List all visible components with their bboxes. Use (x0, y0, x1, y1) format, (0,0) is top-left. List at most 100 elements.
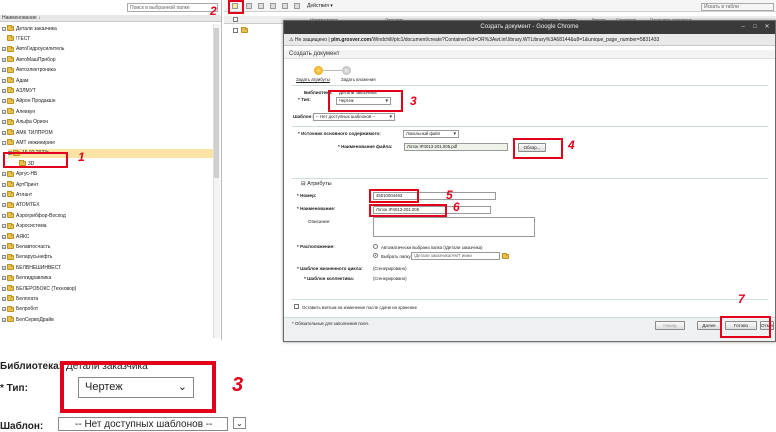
tree-item[interactable]: + Белгидравлика (2, 274, 51, 283)
tree-item[interactable]: + АЯКС (2, 232, 29, 241)
tree-item[interactable]: + Алевкун (2, 107, 35, 116)
expand-toggle-icon[interactable]: + (2, 307, 6, 312)
back-button[interactable]: Назад (655, 321, 685, 330)
tree-item[interactable]: + Айрон Продакшн (2, 97, 56, 106)
actions-menu[interactable]: Действия ▾ (307, 2, 333, 10)
expand-toggle-icon[interactable]: + (2, 224, 6, 229)
expand-toggle-icon[interactable]: + (2, 182, 6, 187)
expand-toggle-icon[interactable]: + (2, 317, 6, 322)
tree-item[interactable]: + Атлант (2, 190, 32, 199)
browse-folder-icon[interactable] (502, 253, 509, 259)
tree-item[interactable]: + Аргус-НБ (2, 170, 37, 179)
attributes-header[interactable]: ⊟ Атрибуты (301, 181, 332, 187)
expand-toggle-icon[interactable]: + (2, 296, 6, 301)
expand-toggle-icon[interactable]: + (2, 213, 6, 218)
tree-item[interactable]: !ТЕСТ (2, 34, 30, 43)
tree-item[interactable]: + АвтоГидроусилитель (2, 45, 64, 54)
tree-item[interactable]: + Альфа Орион (2, 118, 48, 127)
location-auto-label: Автоматически выбрана папка (/Детали зак… (381, 245, 483, 250)
description-textarea[interactable] (373, 217, 535, 237)
tree-item[interactable]: + Адам (2, 76, 28, 85)
expand-toggle-icon[interactable]: + (2, 172, 6, 177)
tree-item[interactable]: + АЗЛМУТ (2, 86, 36, 95)
row-checkbox[interactable] (233, 28, 238, 33)
table-search-input[interactable]: Искать в табли (701, 3, 774, 11)
tree-item-label: Айрон Продакшн (16, 98, 56, 105)
expand-toggle-icon[interactable]: + (2, 47, 6, 52)
expand-toggle-icon[interactable]: + (2, 203, 6, 208)
folder-icon (7, 118, 14, 125)
step-set-attributes[interactable]: Задать атрибуты (296, 77, 330, 82)
tree-item[interactable]: + БЕЛЕРОБОКС (Техновор) (2, 284, 76, 293)
tree-item[interactable]: + БелСервоДрайв (2, 315, 54, 324)
step-set-attachments[interactable]: Задать вложения (341, 77, 376, 82)
folder-icon (7, 305, 14, 312)
tree-item-label: АТОМТЕХ (16, 202, 40, 209)
annotation-3-zoom: 3 (232, 374, 244, 396)
folder-icon (7, 243, 14, 250)
tree-item[interactable]: + Белплата (2, 294, 38, 303)
keep-checked-out-label: Оставить взятым на изменение после сдачи… (302, 305, 417, 310)
tree-item[interactable]: − АМТ инжиниринг (2, 138, 55, 147)
highlight-folder (3, 152, 68, 168)
paste-icon[interactable] (282, 3, 288, 9)
next-button[interactable]: Далее (697, 321, 721, 330)
address-bar[interactable]: ⚠ Не защищено | plm.grosver.com/Windchil… (284, 34, 775, 46)
lifecycle-label: * Шаблон жизненного цикла: (297, 266, 363, 271)
expand-toggle-icon[interactable]: + (2, 234, 6, 239)
tree-item[interactable]: + АМК ТИЛПРОМ (2, 128, 53, 137)
expand-toggle-icon[interactable]: + (2, 78, 6, 83)
expand-toggle-icon[interactable]: + (2, 99, 6, 104)
expand-toggle-icon[interactable]: + (2, 109, 6, 114)
tree-item-label: Беларусьнефть (16, 254, 53, 261)
tree-item[interactable]: + АТОМТЕХ (2, 201, 40, 210)
filename-input[interactable]: Лоток IP4013-201.005.pdf (404, 143, 508, 151)
tree-item[interactable]: + Белробот (2, 305, 38, 314)
expand-toggle-icon[interactable]: − (2, 140, 6, 145)
location-choose-radio[interactable] (373, 253, 378, 258)
expand-toggle-icon[interactable]: + (2, 88, 6, 93)
new-folder-icon[interactable] (246, 3, 252, 9)
expand-toggle-icon[interactable]: − (2, 26, 6, 31)
folder-icon (7, 56, 14, 63)
location-label: * Расположение: (297, 244, 335, 249)
folder-search-input[interactable]: Поиск в выбранной папке (127, 3, 218, 12)
expand-toggle-icon[interactable]: + (2, 265, 6, 270)
close-icon[interactable]: ✕ (763, 23, 771, 31)
tree-item[interactable]: + БЕЛВНЕШИНВЕСТ (2, 263, 61, 272)
copy-icon[interactable] (270, 3, 276, 9)
tree-scrollbar-thumb[interactable] (214, 28, 219, 178)
expand-toggle-icon[interactable]: + (2, 120, 6, 125)
select-all-checkbox[interactable] (233, 17, 238, 22)
expand-toggle-icon[interactable]: + (2, 244, 6, 249)
cut-icon[interactable] (258, 3, 264, 9)
keep-checked-out-checkbox[interactable] (294, 304, 299, 309)
expand-toggle-icon[interactable]: + (2, 286, 6, 291)
tree-item[interactable]: + Аэрогрибфор-Восход (2, 211, 66, 220)
expand-toggle-icon[interactable]: + (2, 255, 6, 260)
tree-item[interactable]: + Белавтосчасть (2, 242, 50, 251)
expand-toggle-icon[interactable]: + (2, 130, 6, 135)
zoom-template-select[interactable]: -- Нет доступных шаблонов -- (58, 417, 228, 431)
location-path-input[interactable]: /Детали заказчика/АМТ инжи (411, 252, 500, 260)
tree-item[interactable]: + Автоэлектроника (2, 66, 56, 75)
step-active-icon (314, 66, 323, 75)
minimize-icon[interactable]: – (739, 23, 747, 31)
template-select[interactable]: -- Нет доступных шаблонов -- (313, 113, 395, 121)
tree-item[interactable]: + АвтоМашПрибор (2, 55, 56, 64)
url-path: /Windchill/ptc1/document/create?Containe… (371, 37, 660, 43)
expand-toggle-icon[interactable]: + (2, 192, 6, 197)
source-select[interactable]: Локальный файл (403, 130, 459, 138)
tree-item[interactable]: − Детали заказчика (2, 24, 57, 33)
folder-icon (7, 201, 14, 208)
maximize-icon[interactable]: □ (751, 23, 759, 31)
tree-item[interactable]: + Аэросистема (2, 222, 47, 231)
expand-toggle-icon[interactable]: + (2, 68, 6, 73)
tree-item[interactable]: + Беларусьнефть (2, 253, 52, 262)
expand-toggle-icon[interactable]: + (2, 57, 6, 62)
tree-column-header[interactable]: Наименование ↓ (0, 15, 221, 22)
move-icon[interactable] (294, 3, 300, 9)
location-auto-radio[interactable] (373, 244, 378, 249)
expand-toggle-icon[interactable]: + (2, 276, 6, 281)
tree-item[interactable]: + АртПринт (2, 180, 39, 189)
